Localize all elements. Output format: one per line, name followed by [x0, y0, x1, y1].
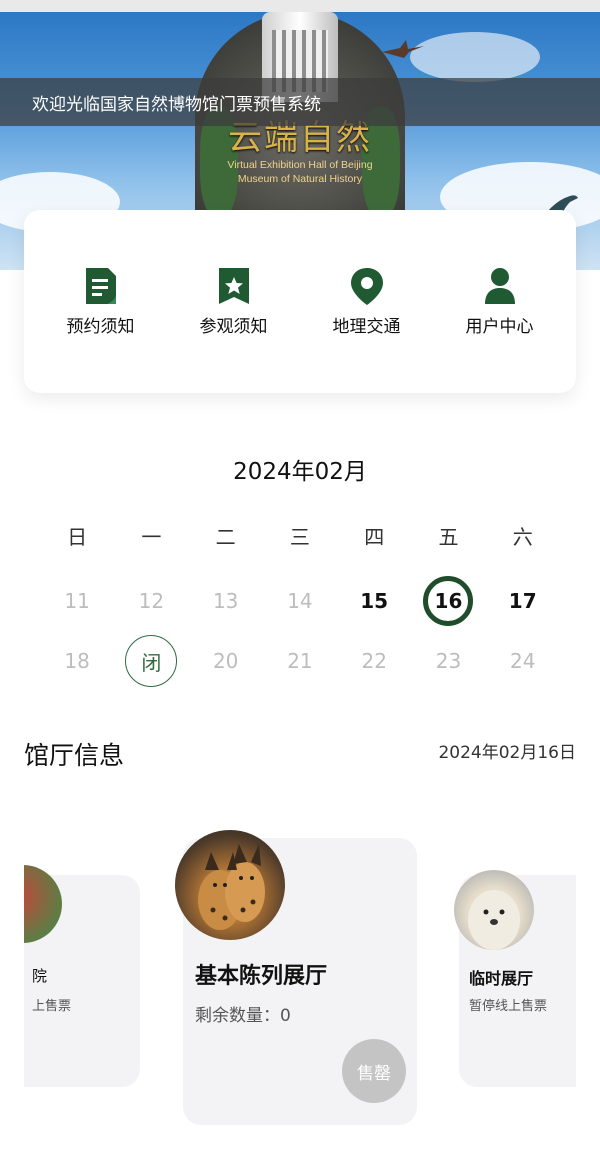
- reservation-notice-button[interactable]: 预约须知: [41, 210, 161, 393]
- calendar-month-title: 2024年02月: [233, 459, 367, 485]
- weekday-label: 三: [289, 524, 310, 549]
- announcement-marquee: 欢迎光临国家自然博物馆门票预售系统: [0, 78, 600, 126]
- user-center-button[interactable]: 用户中心: [440, 210, 560, 393]
- week-row: 11 12 13 14 15 16 17: [40, 571, 560, 631]
- calendar-day: 21: [287, 649, 313, 673]
- weekday-label: 六: [512, 524, 533, 549]
- calendar-grid: 日 一 二 三 四 五 六 11 12 13 14 15 16 17 18 闭 …: [40, 505, 560, 691]
- weekday-label: 一: [141, 524, 162, 549]
- location-pin-icon: [350, 268, 383, 305]
- logo-subtitle: Virtual Exhibition Hall of Beijing Museu…: [222, 158, 378, 186]
- calendar-day: 18: [64, 649, 90, 673]
- calendar-day: 24: [510, 649, 536, 673]
- calendar-day: 13: [212, 589, 239, 613]
- halls-section-title: 馆厅信息: [24, 741, 125, 770]
- hall-name: 院: [32, 967, 48, 985]
- calendar-day-available[interactable]: 17: [486, 589, 560, 613]
- document-icon: [85, 268, 116, 304]
- quick-item-label: 预约须知: [66, 317, 135, 337]
- hall-photo-seal: [454, 870, 534, 950]
- calendar-day: 20: [212, 649, 239, 673]
- calendar-day: 22: [361, 649, 387, 673]
- hall-name: 基本陈列展厅: [195, 964, 328, 989]
- quick-item-label: 用户中心: [465, 317, 534, 337]
- week-row: 18 闭 20 21 22 23 24: [40, 631, 560, 691]
- calendar-day-cell[interactable]: 16: [411, 576, 485, 626]
- halls-section-date: 2024年02月16日: [438, 743, 576, 763]
- hall-status: 暂停线上售票: [469, 999, 548, 1014]
- hall-photo-serval: [175, 830, 285, 940]
- pterosaur-icon: [382, 40, 424, 58]
- calendar-day: 11: [64, 589, 90, 613]
- seal-image: [468, 890, 520, 950]
- logo-subtitle-line: Museum of Natural History: [237, 173, 363, 185]
- hall-card-basic-exhibition[interactable]: 基本陈列展厅 剩余数量：0 售罄: [175, 830, 417, 1125]
- serval-image: [198, 844, 265, 930]
- calendar-day: 23: [435, 649, 462, 673]
- sold-out-button[interactable]: 售罄: [342, 1039, 406, 1103]
- hall-card-temporary[interactable]: 临时展厅 暂停线上售票: [454, 870, 576, 1087]
- visit-notice-button[interactable]: 参观须知: [174, 210, 294, 393]
- quick-item-label: 参观须知: [199, 317, 268, 337]
- hall-card-left[interactable]: 院 上售票: [24, 865, 140, 1087]
- weekday-label: 四: [364, 524, 385, 549]
- transport-button[interactable]: 地理交通: [307, 210, 427, 393]
- hall-carousel[interactable]: 院 上售票 基本陈列展厅 剩余数量：0 售罄 临时展厅 暂停线上售票: [24, 800, 576, 1140]
- calendar-day-available[interactable]: 15: [337, 589, 411, 613]
- calendar-day: 14: [287, 589, 313, 613]
- calendar-day-selected[interactable]: 16: [423, 576, 474, 626]
- weekday-row: 日 一 二 三 四 五 六: [40, 505, 560, 565]
- logo-subtitle-line: Virtual Exhibition Hall of Beijing: [227, 159, 373, 171]
- marquee-text: 欢迎光临国家自然博物馆门票预售系统: [32, 94, 321, 115]
- quick-menu-card: 预约须知 参观须知 地理交通 用户中心: [24, 210, 576, 393]
- calendar-day-closed: 闭: [125, 635, 178, 687]
- cloud: [410, 32, 540, 82]
- quick-item-label: 地理交通: [332, 317, 401, 337]
- weekday-label: 二: [215, 524, 236, 549]
- user-icon: [484, 268, 515, 304]
- hall-name: 临时展厅: [469, 969, 534, 988]
- hall-photo: [24, 865, 62, 943]
- hall-remaining: 剩余数量：0: [195, 1006, 291, 1026]
- bookmark-star-icon: [218, 268, 249, 304]
- weekday-label: 五: [438, 524, 459, 549]
- calendar-day: 12: [138, 589, 165, 613]
- hall-status: 上售票: [32, 999, 72, 1014]
- calendar-day-cell: 闭: [114, 635, 188, 687]
- weekday-label: 日: [67, 524, 88, 549]
- status-bar: [0, 0, 600, 12]
